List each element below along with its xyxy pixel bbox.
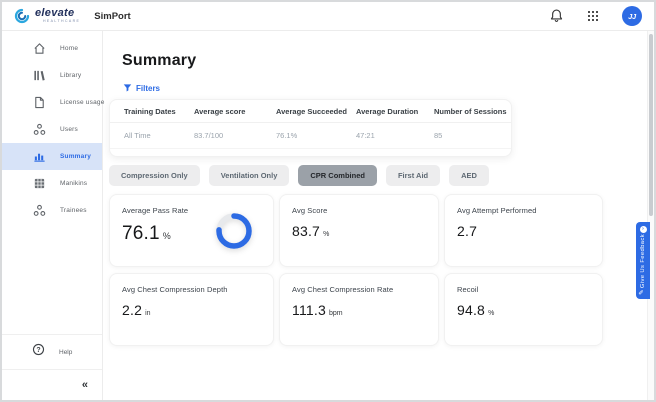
notifications-bell-icon[interactable]: [549, 8, 564, 24]
scrollbar-thumb[interactable]: [649, 34, 653, 216]
card-average-pass-rate: Average Pass Rate 76.1 %: [109, 194, 274, 267]
vertical-scrollbar: [647, 31, 654, 400]
sidebar-item-help[interactable]: ? Help: [2, 335, 102, 369]
sidebar-collapse-icon[interactable]: «: [82, 379, 88, 391]
feedback-label: Give Us Feedback: [640, 233, 646, 288]
library-icon: [32, 69, 46, 83]
summary-stats-table: Training Dates Average score Average Suc…: [109, 99, 512, 157]
give-us-feedback-tab[interactable]: › Give Us Feedback ✎: [636, 222, 650, 299]
card-unit: %: [162, 231, 171, 241]
tab-cpr-combined[interactable]: CPR Combined: [298, 165, 377, 186]
pass-rate-donut-chart: [211, 208, 257, 254]
pencil-icon: ✎: [638, 289, 646, 295]
sidebar-item-label: Summary: [60, 153, 92, 160]
table-cell-average-duration: 47:21: [356, 131, 375, 140]
card-label: Recoil: [457, 285, 479, 294]
card-label: Avg Chest Compression Depth: [122, 285, 228, 294]
card-value: 2.2: [122, 302, 143, 318]
card-unit: %: [488, 310, 495, 317]
brand-name: elevate: [35, 7, 75, 20]
column-header: Average score: [194, 106, 246, 116]
table-cell-number-of-sessions: 85: [434, 131, 443, 140]
sidebar-item-label: Trainees: [60, 207, 87, 214]
sidebar-item-license-usage[interactable]: License usage: [2, 89, 105, 116]
elevate-logo-icon: [14, 8, 30, 24]
card-value: 111.3: [292, 302, 326, 318]
filters-label: Filters: [136, 83, 161, 93]
card-avg-chest-compression-rate: Avg Chest Compression Rate 111.3 bpm: [279, 273, 439, 346]
document-icon: [32, 96, 46, 110]
sidebar-item-label: Library: [60, 72, 82, 79]
card-value: 76.1: [122, 223, 160, 244]
sidebar-item-trainees[interactable]: Trainees: [2, 197, 102, 224]
sidebar-item-label: Users: [60, 126, 78, 133]
tab-first-aid[interactable]: First Aid: [385, 165, 441, 186]
sidebar-collapse-row: «: [2, 370, 102, 400]
page-title: Summary: [122, 52, 197, 69]
manikins-icon: [32, 177, 46, 191]
card-avg-chest-compression-depth: Avg Chest Compression Depth 2.2 in: [109, 273, 274, 346]
brand-logo: elevate HEALTHCARE: [35, 8, 80, 24]
sidebar: Home Library License usage Users Summary…: [2, 31, 105, 400]
card-unit: bpm: [328, 310, 343, 317]
collapse-arrow-icon: ›: [639, 226, 647, 233]
card-value: 94.8: [457, 302, 486, 318]
sidebar-item-library[interactable]: Library: [2, 62, 102, 89]
tab-compression-only[interactable]: Compression Only: [109, 165, 200, 186]
card-unit: in: [145, 310, 151, 317]
table-cell-average-succeeded: 76.1%: [276, 131, 298, 140]
sidebar-item-label: Help: [59, 348, 73, 356]
svg-text:?: ?: [36, 347, 40, 354]
table-row: All Time 83.7/100 76.1% 47:21 85: [110, 123, 511, 149]
column-header: Average Duration: [356, 106, 419, 116]
sidebar-item-label: Home: [60, 45, 79, 52]
sidebar-nav: Home Library License usage Users Summary…: [2, 35, 105, 224]
card-label: Avg Attempt Performed: [457, 206, 537, 215]
product-name: SimPort: [94, 10, 131, 22]
trainees-icon: [32, 204, 46, 218]
tab-aed[interactable]: AED: [449, 165, 489, 186]
app-window: elevate HEALTHCARE SimPort JJ Home Libra…: [0, 0, 656, 402]
brand-subtitle: HEALTHCARE: [43, 19, 81, 24]
sidebar-item-summary[interactable]: Summary: [2, 143, 102, 170]
column-header: Training Dates: [124, 106, 176, 116]
tab-ventilation-only[interactable]: Ventilation Only: [208, 165, 290, 186]
sidebar-item-manikins[interactable]: Manikins: [2, 170, 102, 197]
card-value: 83.7: [292, 223, 321, 239]
home-icon: [32, 42, 46, 56]
column-header: Average Succeeded: [276, 106, 348, 116]
table-cell-average-score: 83.7/100: [194, 131, 224, 140]
users-icon: [32, 123, 46, 137]
column-header: Number of Sessions: [434, 106, 507, 116]
card-recoil: Recoil 94.8 %: [444, 273, 603, 346]
sidebar-item-label: Manikins: [60, 180, 88, 187]
user-avatar[interactable]: JJ: [622, 6, 642, 26]
card-label: Avg Chest Compression Rate: [292, 285, 394, 294]
metric-cards-grid: Average Pass Rate 76.1 % Avg Score 83.7 …: [109, 194, 603, 346]
sidebar-item-users[interactable]: Users: [2, 116, 102, 143]
table-header-row: Training Dates Average score Average Suc…: [110, 100, 511, 123]
category-tabs: Compression Only Ventilation Only CPR Co…: [109, 165, 654, 186]
topbar: elevate HEALTHCARE SimPort JJ: [2, 2, 654, 31]
sidebar-item-label: License usage: [60, 99, 105, 106]
apps-grid-icon[interactable]: [587, 10, 598, 22]
card-avg-attempt-performed: Avg Attempt Performed 2.7: [444, 194, 603, 267]
card-value: 2.7: [457, 223, 478, 239]
filter-funnel-icon: [123, 84, 132, 92]
card-label: Avg Score: [292, 206, 328, 215]
summary-chart-icon: [32, 150, 46, 164]
filters-button[interactable]: Filters: [123, 83, 654, 93]
table-cell-training-dates: All Time: [124, 131, 151, 140]
help-icon: ?: [32, 343, 45, 361]
card-avg-score: Avg Score 83.7 %: [279, 194, 439, 267]
sidebar-item-home[interactable]: Home: [2, 35, 102, 62]
main-content: Summary Filters Training Dates Average s…: [104, 32, 654, 400]
card-unit: %: [323, 231, 330, 238]
